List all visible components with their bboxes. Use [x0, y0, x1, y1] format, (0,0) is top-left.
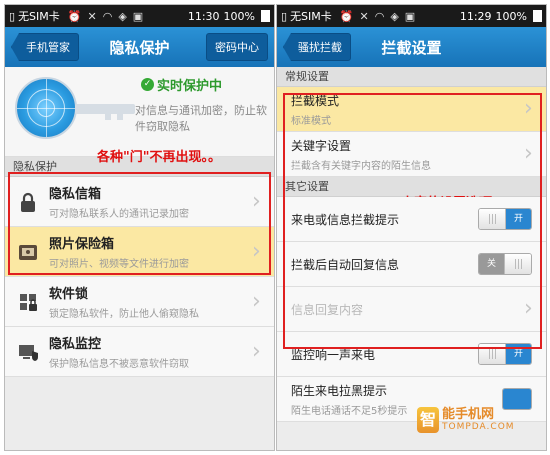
protection-status: ✓ 实时保护中: [141, 75, 222, 94]
monitor-shield-icon: [19, 344, 39, 361]
password-center-button[interactable]: 密码中心: [206, 33, 268, 61]
intercept-notice-toggle[interactable]: 开: [478, 208, 532, 230]
battery-icon: [533, 10, 542, 22]
status-bar: ▯ 无SIM卡 ⏰ ✕ ◠ ◈ ▣ 11:29 100%: [277, 5, 546, 27]
privacy-protection-screen: ▯ 无SIM卡 ⏰ ✕ ◠ ◈ ▣ 11:30 100% 手机管家 隐私保护 密…: [4, 4, 275, 451]
mute-icon: ✕: [359, 9, 369, 23]
mute-icon: ✕: [87, 9, 97, 23]
chevron-right-icon: ›: [252, 188, 261, 214]
title-bar: 手机管家 隐私保护 密码中心: [5, 27, 274, 67]
setting-reply-content[interactable]: 信息回复内容 ›: [277, 287, 546, 332]
battery-level: 100%: [495, 9, 527, 23]
ring-once-toggle[interactable]: 开: [478, 343, 532, 365]
list-item-privacy-monitor[interactable]: 隐私监控 保护隐私信息不被恶意软件窃取 ›: [5, 327, 274, 377]
chevron-right-icon: ›: [524, 296, 533, 321]
chevron-right-icon: ›: [524, 141, 533, 166]
shield-icon: ◈: [390, 9, 399, 23]
image-icon: ▣: [404, 9, 416, 23]
setting-ring-once-monitor[interactable]: 监控响一声来电 开: [277, 332, 546, 377]
setting-auto-reply[interactable]: 拦截后自动回复信息 关: [277, 242, 546, 287]
app-lock-icon: [20, 293, 37, 311]
protection-description: 对信息与通讯加密，防止软件窃取隐私: [135, 104, 267, 133]
status-bar: ▯ 无SIM卡 ⏰ ✕ ◠ ◈ ▣ 11:30 100%: [5, 5, 274, 27]
chevron-right-icon: ›: [252, 288, 261, 314]
setting-intercept-mode[interactable]: 拦截模式 标准模式 ›: [277, 87, 546, 132]
chevron-right-icon: ›: [252, 338, 261, 364]
list-item-photo-safe[interactable]: 照片保险箱 可对照片、视频等文件进行加密 ›: [5, 227, 274, 277]
wifi-icon: ◠: [102, 9, 113, 23]
shield-icon: ◈: [118, 9, 127, 23]
chevron-right-icon: ›: [524, 96, 533, 121]
title-bar: 骚扰拦截 拦截设置: [277, 27, 546, 67]
interception-settings-screen: ▯ 无SIM卡 ⏰ ✕ ◠ ◈ ▣ 11:29 100% 骚扰拦截 拦截设置 常…: [276, 4, 547, 451]
check-icon: ✓: [141, 78, 154, 91]
sim-status: 无SIM卡: [290, 10, 332, 23]
section-header-general: 常规设置: [277, 67, 546, 87]
battery-level: 100%: [223, 9, 255, 23]
back-button[interactable]: 手机管家: [11, 33, 79, 61]
annotation-text: 各种"门"不再出现。。: [97, 150, 222, 165]
alarm-icon: ⏰: [339, 9, 354, 23]
status-time: 11:29: [459, 9, 492, 23]
safe-box-icon: [19, 244, 37, 260]
back-button[interactable]: 骚扰拦截: [283, 33, 351, 61]
setting-keyword[interactable]: 关键字设置 拦截含有关键字内容的陌生信息 ›: [277, 132, 546, 177]
alarm-icon: ⏰: [67, 9, 82, 23]
protection-status-panel: ✓ 实时保护中 对信息与通讯加密，防止软件窃取隐私: [5, 67, 274, 157]
list-item-app-lock[interactable]: 软件锁 锁定隐私软件，防止他人偷窥隐私 ›: [5, 277, 274, 327]
wifi-icon: ◠: [374, 9, 385, 23]
radar-icon: [15, 77, 77, 139]
sim-icon: ▯: [9, 9, 16, 23]
status-time: 11:30: [187, 9, 220, 23]
chevron-right-icon: ›: [252, 238, 261, 264]
sim-icon: ▯: [281, 9, 288, 23]
auto-reply-toggle[interactable]: 关: [478, 253, 532, 275]
sim-status: 无SIM卡: [18, 10, 60, 23]
watermark: 智 能手机网 TOMPDA.COM: [417, 407, 515, 433]
list-item-private-inbox[interactable]: 隐私信箱 可对隐私联系人的通讯记录加密 ›: [5, 177, 274, 227]
lock-icon: [21, 192, 35, 212]
setting-intercept-notice[interactable]: 来电或信息拦截提示 开: [277, 197, 546, 242]
image-icon: ▣: [132, 9, 144, 23]
battery-icon: [261, 10, 270, 22]
watermark-logo: 智: [417, 407, 439, 433]
